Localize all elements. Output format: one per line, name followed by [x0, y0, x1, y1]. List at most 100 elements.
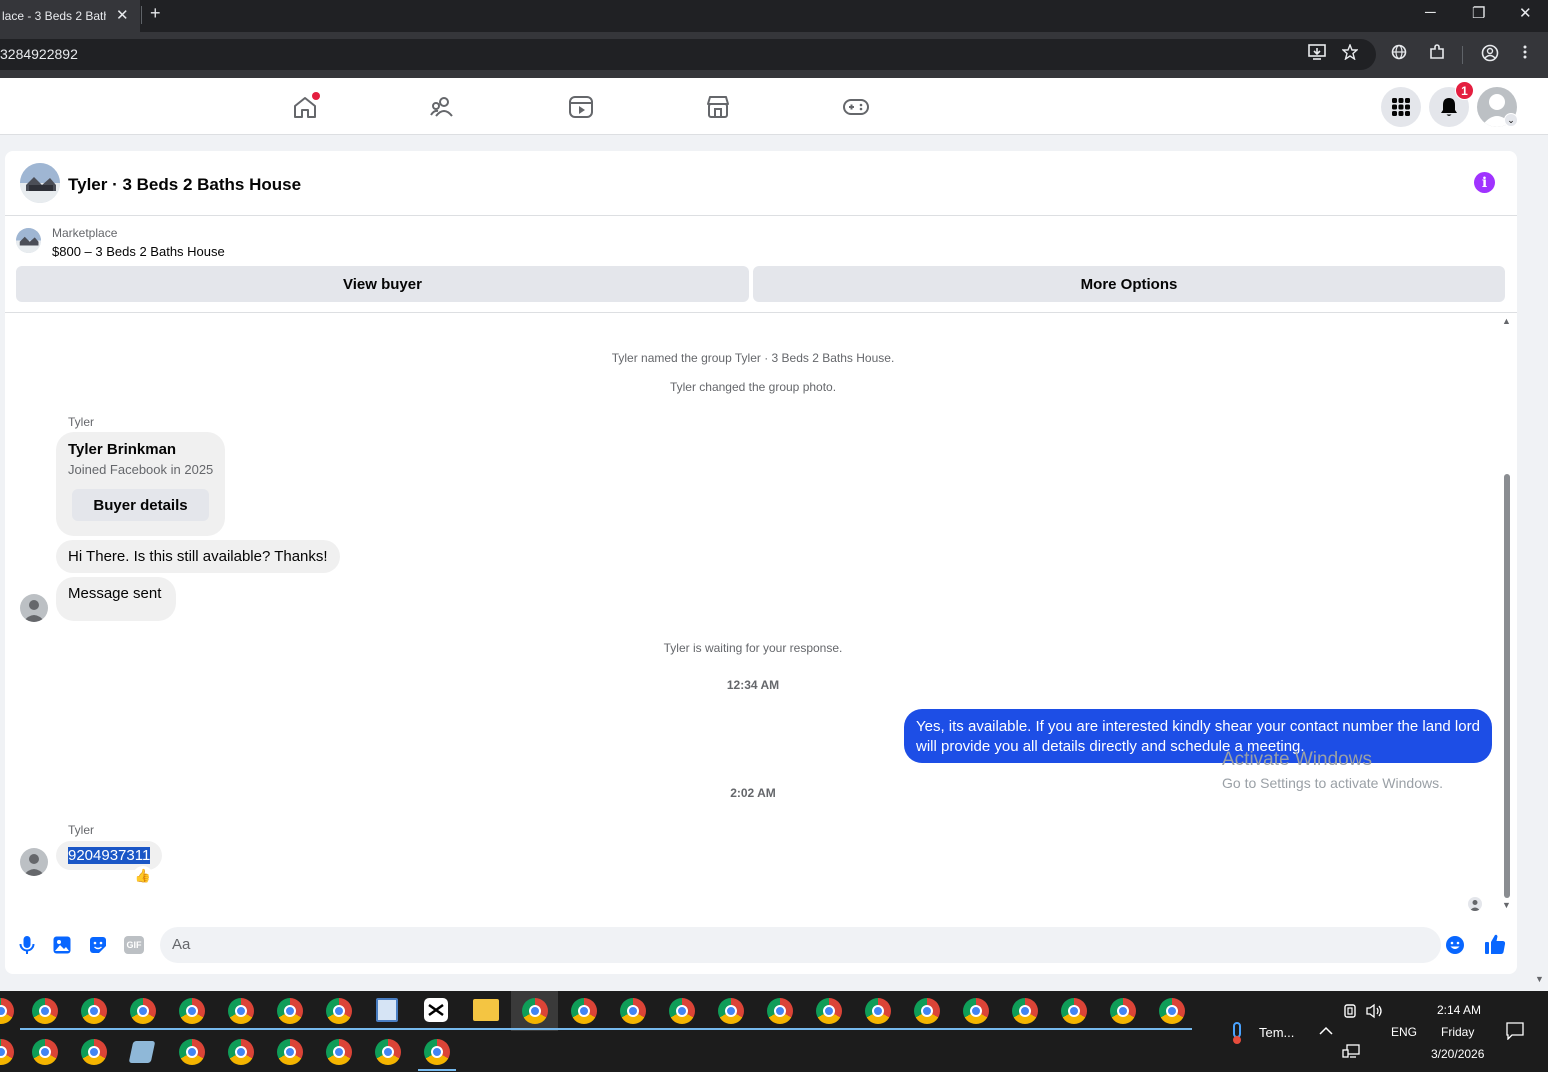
chevron-down-icon[interactable]: ⌄ [1504, 113, 1518, 127]
chat-title[interactable]: Tyler · 3 Beds 2 Baths House [68, 175, 301, 195]
tab-close-icon[interactable]: ✕ [116, 6, 129, 24]
browser-menu-icon[interactable] [1522, 44, 1528, 60]
buyer-details-button[interactable]: Buyer details [72, 489, 209, 521]
scroll-down-arrow[interactable]: ▼ [1502, 900, 1511, 910]
bookmark-star-icon[interactable] [1342, 44, 1358, 60]
marketplace-icon[interactable] [705, 95, 731, 119]
scroll-up-arrow[interactable]: ▲ [1502, 316, 1511, 326]
clock-day[interactable]: Friday [1441, 1025, 1474, 1039]
phone-number[interactable]: 9204937311 [68, 847, 151, 864]
chrome-taskbar-icon[interactable] [277, 998, 303, 1024]
file-explorer-icon[interactable] [473, 999, 499, 1021]
chrome-taskbar-icon[interactable] [718, 998, 744, 1024]
watermark-title: Activate Windows [1222, 749, 1372, 770]
chrome-taskbar-icon[interactable] [963, 998, 989, 1024]
chrome-taskbar-icon[interactable] [326, 1039, 352, 1065]
message-placeholder: Aa [172, 936, 191, 953]
message-bubble[interactable]: Message sent [56, 577, 176, 621]
chrome-taskbar-icon[interactable] [816, 998, 842, 1024]
gif-icon[interactable]: GIF [124, 936, 144, 954]
chrome-taskbar-icon[interactable] [571, 998, 597, 1024]
capcut-icon[interactable] [424, 998, 448, 1022]
message-bubble[interactable]: Hi There. Is this still available? Thank… [56, 540, 340, 573]
chrome-taskbar-icon[interactable] [228, 998, 254, 1024]
info-icon[interactable]: i [1474, 172, 1495, 193]
minimize-icon[interactable]: ─ [1425, 4, 1436, 21]
chrome-taskbar-icon[interactable] [1159, 998, 1185, 1024]
language-indicator[interactable]: ENG [1391, 1025, 1417, 1039]
close-window-icon[interactable]: ✕ [1519, 4, 1532, 22]
chevron-up-icon[interactable] [1319, 1026, 1333, 1036]
menu-grid-button[interactable] [1381, 87, 1421, 127]
weather-text[interactable]: Tem... [1259, 1025, 1294, 1040]
browser-tab[interactable]: lace - 3 Beds 2 Bath ✕ [0, 0, 140, 32]
scrollbar-thumb[interactable] [1504, 474, 1510, 898]
chrome-taskbar-icon[interactable] [32, 998, 58, 1024]
sender-avatar[interactable] [20, 594, 48, 622]
action-center-icon[interactable] [1506, 1022, 1524, 1040]
chrome-taskbar-icon[interactable] [130, 998, 156, 1024]
video-icon[interactable] [568, 95, 594, 119]
chrome-taskbar-icon[interactable] [32, 1039, 58, 1065]
chrome-taskbar-icon[interactable] [522, 998, 548, 1024]
chrome-taskbar-icon[interactable] [375, 1039, 401, 1065]
gaming-icon[interactable] [843, 95, 869, 119]
install-app-icon[interactable] [1308, 44, 1326, 60]
view-buyer-button[interactable]: View buyer [16, 266, 749, 302]
profile-icon[interactable] [1481, 44, 1499, 62]
chrome-taskbar-icon[interactable] [228, 1039, 254, 1065]
divider [5, 312, 1517, 313]
new-tab-icon[interactable]: + [150, 3, 161, 24]
address-bar[interactable]: 3284922892 [0, 39, 1376, 70]
chrome-taskbar-icon[interactable] [1012, 998, 1038, 1024]
open-app-underline [418, 1069, 456, 1071]
grid-icon [1392, 98, 1410, 116]
clock-time[interactable]: 2:14 AM [1437, 1003, 1481, 1017]
sender-avatar[interactable] [20, 848, 48, 876]
photo-icon[interactable] [52, 935, 72, 955]
document-app-icon[interactable] [376, 998, 398, 1022]
page-scroll-down-arrow[interactable]: ▼ [1535, 974, 1544, 984]
chrome-taskbar-icon[interactable] [81, 1039, 107, 1065]
chrome-taskbar-icon[interactable] [0, 998, 14, 1024]
chrome-taskbar-icon[interactable] [0, 1039, 14, 1065]
chrome-taskbar-icon[interactable] [865, 998, 891, 1024]
chrome-taskbar-icon[interactable] [620, 998, 646, 1024]
notepad-icon[interactable] [128, 1041, 156, 1063]
message-input[interactable]: Aa [160, 927, 1441, 963]
more-options-button[interactable]: More Options [753, 266, 1505, 302]
thermometer-weather-icon[interactable] [1229, 1021, 1245, 1045]
chrome-taskbar-icon[interactable] [277, 1039, 303, 1065]
chrome-taskbar-icon[interactable] [1110, 998, 1136, 1024]
listing-title[interactable]: $800 – 3 Beds 2 Baths House [52, 244, 225, 259]
reaction-thumbs-up[interactable]: 👍 [133, 866, 153, 886]
friends-icon[interactable] [430, 95, 456, 119]
microphone-icon[interactable] [17, 935, 37, 955]
group-photo[interactable] [20, 163, 60, 203]
chrome-taskbar-icon[interactable] [326, 998, 352, 1024]
chrome-taskbar-icon[interactable] [914, 998, 940, 1024]
facebook-top-nav: 1 ⌄ [0, 78, 1548, 135]
chrome-taskbar-icon[interactable] [767, 998, 793, 1024]
like-thumbs-up-icon[interactable] [1484, 933, 1506, 955]
extensions-puzzle-icon[interactable] [1429, 44, 1445, 60]
translate-globe-icon[interactable] [1391, 44, 1407, 60]
chrome-taskbar-icon[interactable] [179, 998, 205, 1024]
meet-now-icon[interactable] [1343, 1003, 1357, 1019]
clock-date[interactable]: 3/20/2026 [1431, 1047, 1484, 1061]
chrome-taskbar-icon[interactable] [669, 998, 695, 1024]
chrome-taskbar-icon[interactable] [179, 1039, 205, 1065]
volume-icon[interactable] [1365, 1003, 1383, 1019]
chrome-taskbar-icon[interactable] [424, 1039, 450, 1065]
marketplace-label: Marketplace [52, 226, 118, 240]
toolbar-separator [1462, 46, 1463, 64]
restore-icon[interactable]: ❐ [1472, 4, 1485, 22]
chrome-taskbar-icon[interactable] [1061, 998, 1087, 1024]
chrome-taskbar-icon[interactable] [81, 998, 107, 1024]
listing-thumbnail[interactable] [16, 228, 41, 253]
sticker-icon[interactable] [88, 935, 108, 955]
emoji-icon[interactable] [1445, 935, 1465, 955]
bell-icon [1441, 98, 1457, 116]
network-icon[interactable] [1342, 1043, 1360, 1059]
chat-header: Tyler · 3 Beds 2 Baths House i [5, 151, 1517, 216]
